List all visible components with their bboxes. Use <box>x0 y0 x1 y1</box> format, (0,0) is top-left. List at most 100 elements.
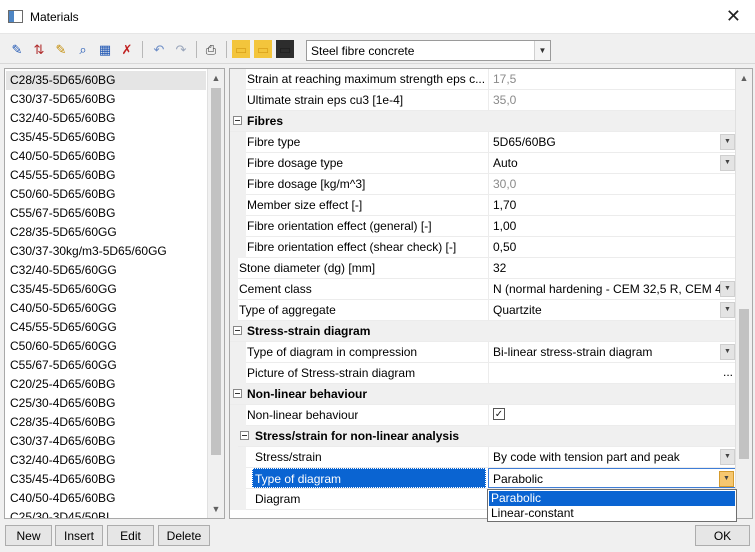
fibre-orientation-shear-input[interactable]: 0,50 <box>488 237 737 257</box>
edit-material-icon[interactable]: ✎ <box>8 40 26 58</box>
sort-icon[interactable]: ⇅ <box>30 40 48 58</box>
list-item[interactable]: C40/50-4D65/60BG <box>6 489 206 508</box>
list-item[interactable]: C35/45-5D65/60GG <box>6 280 206 299</box>
stone-diameter-input[interactable]: 32 <box>488 258 737 278</box>
list-item[interactable]: C28/35-5D65/60BG <box>6 71 206 90</box>
new-button[interactable]: New <box>5 525 52 546</box>
property-value: 35,0 <box>488 90 737 110</box>
chevron-down-icon[interactable]: ▼ <box>720 155 735 171</box>
property-label: Type of aggregate <box>239 303 336 317</box>
ellipsis-button[interactable]: ... <box>723 363 733 381</box>
list-item[interactable]: C25/30-4D65/60BG <box>6 394 206 413</box>
list-item[interactable]: C30/37-5D65/60BG <box>6 90 206 109</box>
property-row[interactable]: Fibre dosage type Auto ▼ <box>230 153 737 174</box>
fibre-orientation-general-input[interactable]: 1,00 <box>488 216 737 236</box>
print-icon[interactable]: ⎙ <box>202 40 220 58</box>
import-folder-icon[interactable]: ▭ <box>254 40 272 58</box>
ok-button[interactable]: OK <box>695 525 750 546</box>
property-row[interactable]: Picture of Stress-strain diagram ... <box>230 363 737 384</box>
list-item[interactable]: C28/35-5D65/60GG <box>6 223 206 242</box>
list-item[interactable]: C32/40-5D65/60BG <box>6 109 206 128</box>
undo-icon[interactable]: ↶ <box>150 40 168 58</box>
property-row[interactable]: Type of diagram Parabolic ▼ <box>230 468 737 489</box>
property-label: Cement class <box>239 282 312 296</box>
fibre-dosage-type-select[interactable]: Auto ▼ <box>488 153 737 173</box>
group-header-stress-strain[interactable]: Stress-strain diagram <box>230 321 737 342</box>
close-icon[interactable]: ✕ <box>726 6 741 27</box>
dropdown-option[interactable]: Parabolic <box>489 491 735 506</box>
property-row[interactable]: Type of aggregate Quartzite ▼ <box>230 300 737 321</box>
pen-icon[interactable]: ✎ <box>52 40 70 58</box>
group-header-non-linear[interactable]: Non-linear behaviour <box>230 384 737 405</box>
property-row[interactable]: Stone diameter (dg) [mm] 32 <box>230 258 737 279</box>
scroll-up-icon[interactable]: ▲ <box>736 70 752 86</box>
collapse-icon[interactable] <box>233 389 242 398</box>
property-row[interactable]: Non-linear behaviour ✓ <box>230 405 737 426</box>
property-row[interactable]: Stress/strain By code with tension part … <box>230 447 737 468</box>
list-item[interactable]: C40/50-5D65/60BG <box>6 147 206 166</box>
type-of-diagram-dropdown[interactable]: Parabolic Linear-constant <box>487 489 737 522</box>
scroll-thumb[interactable] <box>211 88 221 455</box>
property-row[interactable]: Fibre orientation effect (shear check) [… <box>230 237 737 258</box>
aggregate-select[interactable]: Quartzite ▼ <box>488 300 737 320</box>
list-item[interactable]: C55/67-5D65/60BG <box>6 204 206 223</box>
non-linear-checkbox-cell[interactable]: ✓ <box>488 405 737 425</box>
group-header-fibres[interactable]: Fibres <box>230 111 737 132</box>
collapse-icon[interactable] <box>233 326 242 335</box>
property-row[interactable]: Cement class N (normal hardening - CEM 3… <box>230 279 737 300</box>
chevron-down-icon[interactable]: ▼ <box>719 471 734 487</box>
list-item[interactable]: C40/50-5D65/60GG <box>6 299 206 318</box>
material-list-scrollbar[interactable]: ▲ ▼ <box>207 69 224 518</box>
collapse-icon[interactable] <box>233 116 242 125</box>
cement-class-select[interactable]: N (normal hardening - CEM 32,5 R, CEM 42… <box>488 279 737 299</box>
redo-icon[interactable]: ↷ <box>172 40 190 58</box>
scroll-thumb[interactable] <box>739 309 749 459</box>
chevron-down-icon[interactable]: ▼ <box>720 344 735 360</box>
list-item[interactable]: C28/35-4D65/60BG <box>6 413 206 432</box>
stress-strain-select[interactable]: By code with tension part and peak ▼ <box>488 447 737 467</box>
list-item[interactable]: C35/45-4D65/60BG <box>6 470 206 489</box>
list-item[interactable]: C30/37-30kg/m3-5D65/60GG <box>6 242 206 261</box>
material-type-combo[interactable]: Steel fibre concrete ▼ <box>306 40 551 61</box>
type-of-diagram-select[interactable]: Parabolic ▼ <box>488 468 737 488</box>
list-item[interactable]: C35/45-5D65/60BG <box>6 128 206 147</box>
group-header-ss-nonlinear[interactable]: Stress/strain for non-linear analysis <box>230 426 737 447</box>
scroll-up-icon[interactable]: ▲ <box>208 70 224 86</box>
save-icon[interactable]: ▭ <box>276 40 294 58</box>
open-folder-icon[interactable]: ▭ <box>232 40 250 58</box>
chevron-down-icon[interactable]: ▼ <box>720 302 735 318</box>
non-linear-checkbox[interactable]: ✓ <box>493 408 505 420</box>
delete-button[interactable]: Delete <box>158 525 210 546</box>
collapse-icon[interactable] <box>240 431 249 440</box>
member-size-input[interactable]: 1,70 <box>488 195 737 215</box>
chevron-down-icon[interactable]: ▼ <box>720 449 735 465</box>
property-grid-scrollbar[interactable]: ▲ <box>735 69 752 518</box>
edit-button[interactable]: Edit <box>107 525 154 546</box>
property-row[interactable]: Fibre orientation effect (general) [-] 1… <box>230 216 737 237</box>
chevron-down-icon[interactable]: ▼ <box>720 281 735 297</box>
delete-icon[interactable]: ✗ <box>118 40 136 58</box>
chevron-down-icon[interactable]: ▼ <box>720 134 735 150</box>
dropdown-option[interactable]: Linear-constant <box>489 506 735 521</box>
property-row[interactable]: Fibre type 5D65/60BG ▼ <box>230 132 737 153</box>
list-item[interactable]: C50/60-5D65/60BG <box>6 185 206 204</box>
list-item[interactable]: C50/60-5D65/60GG <box>6 337 206 356</box>
copy-icon[interactable]: ▦ <box>96 40 114 58</box>
list-item[interactable]: C32/40-5D65/60GG <box>6 261 206 280</box>
property-row[interactable]: Type of diagram in compression Bi-linear… <box>230 342 737 363</box>
list-item[interactable]: C30/37-4D65/60BG <box>6 432 206 451</box>
list-item[interactable]: C45/55-5D65/60GG <box>6 318 206 337</box>
list-item[interactable]: C20/25-4D65/60BG <box>6 375 206 394</box>
diagram-compression-select[interactable]: Bi-linear stress-strain diagram ▼ <box>488 342 737 362</box>
list-item[interactable]: C55/67-5D65/60GG <box>6 356 206 375</box>
scroll-down-icon[interactable]: ▼ <box>208 501 224 517</box>
insert-button[interactable]: Insert <box>55 525 103 546</box>
fibre-type-select[interactable]: 5D65/60BG ▼ <box>488 132 737 152</box>
list-item[interactable]: C32/40-4D65/60BG <box>6 451 206 470</box>
chevron-down-icon[interactable]: ▼ <box>534 41 550 60</box>
find-icon[interactable]: ⌕ <box>74 40 92 58</box>
list-item[interactable]: C25/30-3D45/50BL <box>6 508 206 518</box>
list-item[interactable]: C45/55-5D65/60BG <box>6 166 206 185</box>
property-value: 30,0 <box>488 174 737 194</box>
property-row[interactable]: Member size effect [-] 1,70 <box>230 195 737 216</box>
